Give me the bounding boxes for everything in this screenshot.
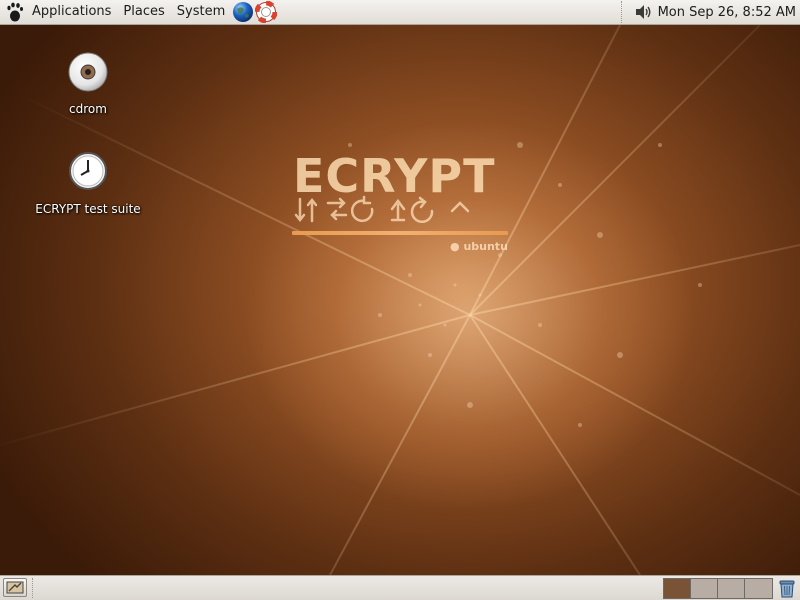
ubuntu-logo-icon: ● (450, 240, 464, 253)
menu-places[interactable]: Places (117, 0, 170, 24)
panel-separator (32, 578, 37, 598)
top-panel-tray: Mon Sep 26, 8:52 AM (620, 0, 800, 25)
menu-applications[interactable]: Applications (26, 0, 117, 24)
menu-system[interactable]: System (171, 0, 231, 24)
desktop-icon-label: cdrom (69, 102, 107, 116)
wallpaper-logo-bar (292, 231, 508, 235)
desktop-icon-cdrom[interactable]: cdrom (23, 50, 153, 116)
workspace-1[interactable] (664, 579, 691, 598)
help-icon[interactable] (255, 1, 278, 23)
workspace-switcher (663, 578, 773, 599)
show-desktop-button[interactable] (3, 578, 27, 597)
workspace-3[interactable] (718, 579, 745, 598)
desktop-icon-ecrypt-test-suite[interactable]: ECRYPT test suite (23, 150, 153, 216)
show-desktop-icon (6, 581, 24, 594)
web-browser-icon[interactable] (232, 1, 254, 23)
workspace-2[interactable] (691, 579, 718, 598)
volume-icon[interactable] (632, 1, 654, 23)
cdrom-icon (64, 50, 112, 98)
screen: cdrom ECRYPT test suite ECRYPT ● ubuntu … (0, 0, 800, 600)
trash-icon[interactable] (776, 577, 798, 599)
top-panel: Applications Places System Mon Sep 26, 8… (0, 0, 800, 25)
wallpaper-logo-title: ECRYPT (293, 149, 496, 203)
desktop-icon-label: ECRYPT test suite (35, 202, 141, 216)
workspace-4[interactable] (745, 579, 772, 598)
desktop-background[interactable]: cdrom ECRYPT test suite ECRYPT ● ubuntu (0, 25, 800, 575)
wallpaper-logo-brand: ● ubuntu (450, 240, 508, 253)
clock-icon (64, 150, 112, 198)
panel-separator (620, 1, 628, 23)
gnome-foot-icon[interactable] (4, 1, 26, 23)
bottom-panel (0, 575, 800, 600)
wallpaper-logo-symbols (294, 195, 470, 224)
clock[interactable]: Mon Sep 26, 8:52 AM (658, 5, 800, 20)
